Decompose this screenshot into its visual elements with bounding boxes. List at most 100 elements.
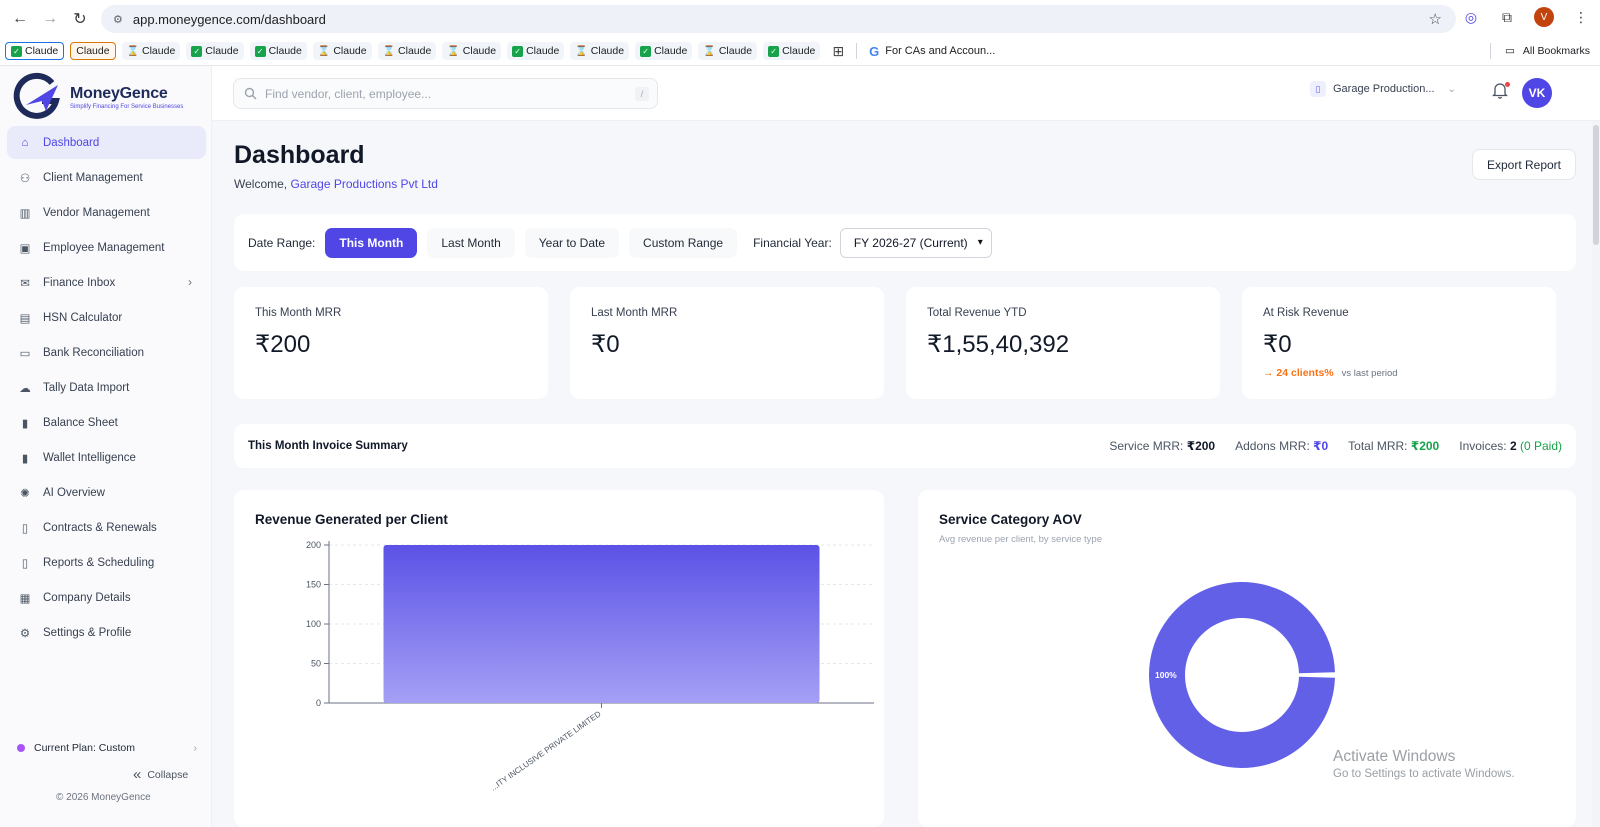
total-mrr-label: Total MRR: <box>1348 439 1408 453</box>
sidebar: MoneyGence Simplify Financing For Servic… <box>0 66 212 827</box>
bookmark-item[interactable]: Claude <box>70 42 116 60</box>
export-report-button[interactable]: Export Report <box>1472 149 1576 180</box>
search-input[interactable] <box>265 86 625 101</box>
date-range-last-month-button[interactable]: Last Month <box>427 227 515 258</box>
service-mrr: Service MRR: ₹200 <box>1109 439 1215 453</box>
invoices-value: 2 <box>1509 439 1517 453</box>
bookmark-item[interactable]: ⌛ Claude <box>442 42 502 60</box>
date-range-year-to-date-button[interactable]: Year to Date <box>524 227 620 258</box>
bookmark-label: Claude <box>205 45 239 57</box>
sidebar-item-hsn-calculator[interactable]: ▤ HSN Calculator <box>7 301 206 334</box>
bookmark-label: Claude <box>142 45 176 57</box>
sidebar-item-dashboard[interactable]: ⌂ Dashboard <box>7 126 206 159</box>
financial-year-select[interactable]: FY 2026-27 (Current) ▾ <box>839 227 992 258</box>
revenue-per-client-card: Revenue Generated per Client 0 50 100 150 20… <box>234 490 884 827</box>
gear-icon: ⚙ <box>19 627 31 640</box>
back-icon[interactable]: ← <box>8 7 32 31</box>
invoice-metrics: Service MRR: ₹200 Addons MRR: ₹0 Total M… <box>1109 439 1562 453</box>
search-icon <box>244 87 257 100</box>
sidebar-item-finance-inbox[interactable]: ✉ Finance Inbox › <box>7 266 206 299</box>
apps-grid-icon[interactable]: ⊞ <box>832 43 844 60</box>
browser-toolbar: ← → ↻ ⚙ app.moneygence.com/dashboard ☆ ◎… <box>0 0 1600 37</box>
bookmark-item[interactable]: ⌛ Claude <box>312 42 372 60</box>
global-search[interactable]: / <box>233 78 658 109</box>
sidebar-item-vendor-management[interactable]: ▥ Vendor Management <box>7 196 206 229</box>
sidebar-item-tally-data-import[interactable]: ☁ Tally Data Import <box>7 371 206 404</box>
brand-logo[interactable]: MoneyGence Simplify Financing For Servic… <box>12 71 183 119</box>
bookmark-star-icon[interactable]: ☆ <box>1429 10 1442 28</box>
address-bar[interactable]: ⚙ app.moneygence.com/dashboard ☆ <box>101 5 1456 33</box>
date-range-custom-range-button[interactable]: Custom Range <box>629 227 738 258</box>
date-range-this-month-button[interactable]: This Month <box>325 227 418 258</box>
date-filter-bar: Date Range: This Month Last Month Year to … <box>234 214 1576 271</box>
sidebar-item-employee-management[interactable]: ▣ Employee Management <box>7 231 206 264</box>
kpi-card: At Risk Revenue ₹0 → 24 clients% vs last pe… <box>1242 287 1556 399</box>
kpi-card: This Month MRR ₹200 <box>234 287 548 399</box>
bookmark-item[interactable]: ✓ Claude <box>186 42 244 60</box>
extension-icon[interactable]: ◎ <box>1462 8 1480 26</box>
user-avatar[interactable]: VK <box>1522 78 1552 108</box>
service-mrr-label: Service MRR: <box>1109 439 1184 453</box>
addons-mrr: Addons MRR: ₹0 <box>1235 439 1328 453</box>
bookmark-item[interactable]: ✓ Claude <box>5 42 65 60</box>
brand-tagline: Simplify Financing For Service Businesse… <box>70 103 184 110</box>
slice-label: 100% <box>1155 670 1177 680</box>
collapse-button[interactable]: « Collapse <box>133 766 188 783</box>
hourglass-icon: ⌛ <box>447 45 460 57</box>
profile-avatar[interactable]: V <box>1534 7 1554 27</box>
sidebar-nav: ⌂ Dashboard ⚇ Client Management ▥ Vendor Mana… <box>7 126 206 651</box>
card-icon: ▭ <box>19 347 31 360</box>
sidebar-item-reports-scheduling[interactable]: ▯ Reports & Scheduling <box>7 546 206 579</box>
bookmark-item[interactable]: ✓ Claude <box>507 42 565 60</box>
inbox-icon: ✉ <box>20 277 30 290</box>
bookmark-item[interactable]: ⌛ Claude <box>121 42 181 60</box>
chart-title: Service Category AOV <box>939 512 1082 527</box>
scrollbar-thumb[interactable] <box>1593 125 1599 245</box>
company-switcher[interactable]: ▯ Garage Production... ⌄ <box>1310 81 1456 97</box>
bar[interactable] <box>383 545 820 703</box>
reload-icon[interactable]: ↻ <box>68 7 92 31</box>
forward-icon[interactable]: → <box>38 7 62 31</box>
sidebar-item-ai-overview[interactable]: ✺ AI Overview <box>7 476 206 509</box>
main-content: Dashboard Welcome, Garage Productions Pv… <box>212 121 1600 827</box>
bookmark-folder-label: For CAs and Accoun... <box>885 45 996 57</box>
sidebar-item-settings-profile[interactable]: ⚙ Settings & Profile <box>7 616 206 649</box>
brand-name: MoneyGence <box>70 84 168 102</box>
donut-slice[interactable] <box>1149 582 1335 768</box>
menu-dots-icon[interactable]: ⋮ <box>1572 8 1590 26</box>
bookmark-item[interactable]: ⌛ Claude <box>698 42 758 60</box>
sidebar-item-client-management[interactable]: ⚇ Client Management <box>7 161 206 194</box>
y-tick-label: 0 <box>316 698 321 708</box>
all-bookmarks-button[interactable]: ▭ All Bookmarks <box>1489 43 1590 59</box>
notification-dot <box>1505 82 1510 87</box>
y-tick-label: 200 <box>306 540 321 550</box>
kpi-value: ₹0 <box>591 331 620 358</box>
sidebar-item-bank-reconciliation[interactable]: ▭ Bank Reconciliation <box>7 336 206 369</box>
sidebar-item-contracts-renewals[interactable]: ▯ Contracts & Renewals <box>7 511 206 544</box>
page-scrollbar[interactable] <box>1592 121 1600 827</box>
company-icon: ▯ <box>1310 81 1326 97</box>
watermark-line-2: Go to Settings to activate Windows. <box>1333 768 1515 780</box>
chevron-down-icon: ⌄ <box>1447 83 1456 95</box>
bookmark-item[interactable]: ✓ Claude <box>635 42 693 60</box>
bookmark-folder-link[interactable]: G For CAs and Accoun... <box>869 44 995 59</box>
bookmark-separator <box>856 43 858 59</box>
bookmark-item[interactable]: ⌛ Claude <box>570 42 630 60</box>
sidebar-item-wallet-intelligence[interactable]: ▮ Wallet Intelligence <box>7 441 206 474</box>
sidebar-item-label: Reports & Scheduling <box>43 556 155 569</box>
sidebar-item-balance-sheet[interactable]: ▮ Balance Sheet <box>7 406 206 439</box>
bookmark-item[interactable]: ✓ Claude <box>763 42 821 60</box>
bookmark-item[interactable]: ✓ Claude <box>249 42 307 60</box>
y-tick-label: 100 <box>306 619 321 629</box>
site-info-icon[interactable]: ⚙ <box>113 13 123 26</box>
current-plan[interactable]: Current Plan: Custom › <box>17 742 197 754</box>
extensions-puzzle-icon[interactable]: ⧉ <box>1498 8 1516 26</box>
chart-title: Revenue Generated per Client <box>255 512 448 527</box>
sidebar-item-company-details[interactable]: ▦ Company Details <box>7 581 206 614</box>
upload-cloud-icon: ☁ <box>19 382 31 395</box>
chevron-right-icon: › <box>193 742 198 754</box>
sidebar-item-label: HSN Calculator <box>43 311 123 324</box>
bookmark-item[interactable]: ⌛ Claude <box>377 42 437 60</box>
sidebar-item-label: Vendor Management <box>43 206 150 219</box>
notifications-button[interactable] <box>1491 82 1510 104</box>
